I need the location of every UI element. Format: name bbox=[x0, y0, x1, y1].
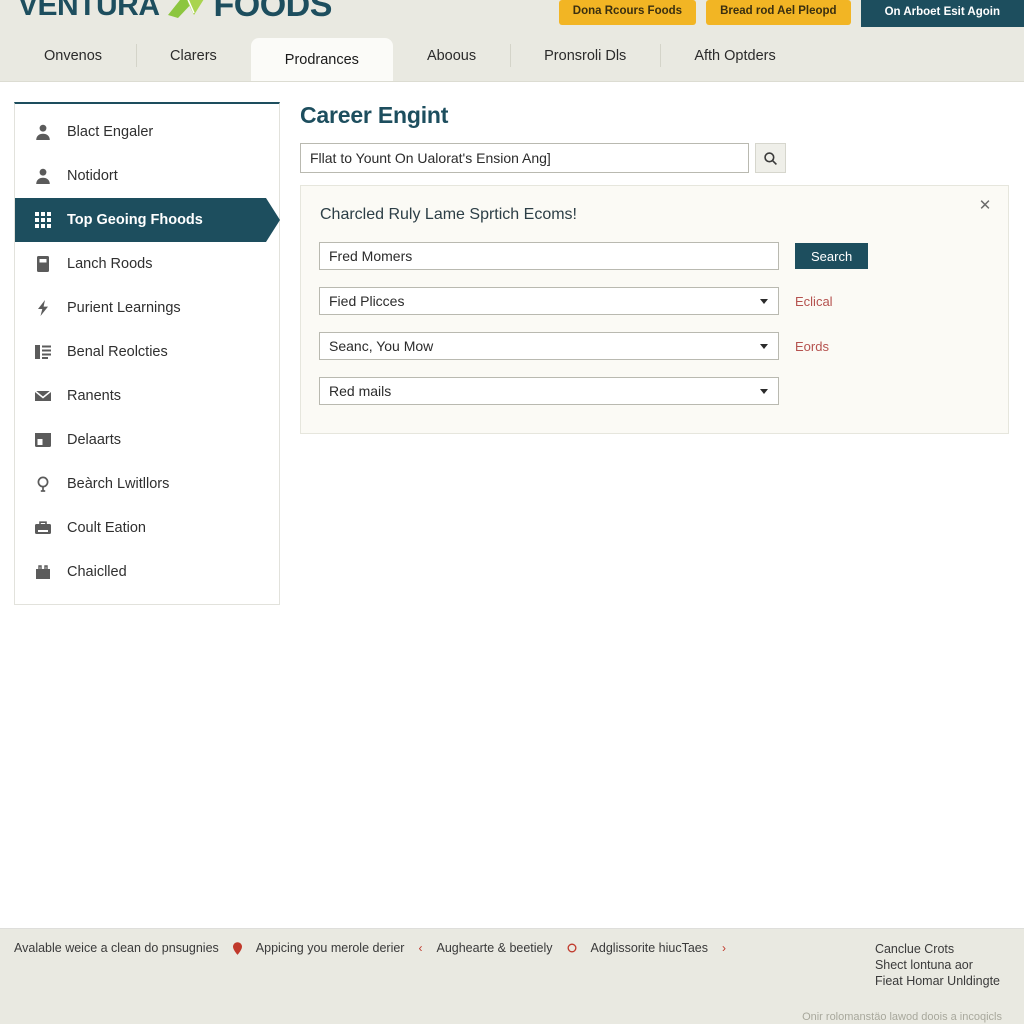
footer-link-1[interactable]: Avalable weice a clean do pnsugnies bbox=[14, 941, 219, 955]
briefcase-icon bbox=[33, 518, 53, 538]
brand-name-right: FOODS bbox=[213, 0, 333, 24]
panel-search-button[interactable]: Search bbox=[795, 243, 869, 269]
envelope-icon bbox=[33, 386, 53, 406]
sidebar-item-label: Top Geoing Fhoods bbox=[67, 212, 203, 228]
pin-icon bbox=[232, 941, 242, 955]
panel-link-eclical[interactable]: Eclical bbox=[795, 294, 833, 309]
brand-logo[interactable]: VENTURA FOODS bbox=[18, 0, 332, 25]
sidebar-item-label: Benal Reolcties bbox=[67, 344, 168, 360]
sidebar-item-coult-eation[interactable]: Coult Eation bbox=[15, 506, 279, 550]
footer-address-line-3: Fieat Homar Unldingte bbox=[874, 974, 1000, 988]
header-action-button-3[interactable]: On Arboet Esit Agoin bbox=[860, 0, 1024, 27]
panel-text-field-1[interactable]: Fred Momers bbox=[319, 242, 779, 270]
sidebar-item-label: Coult Eation bbox=[67, 520, 146, 536]
footer-address-line-2: Shect lontuna aor bbox=[874, 958, 973, 972]
nav-tab-afth-optders[interactable]: Afth Optders bbox=[660, 30, 809, 81]
list-icon bbox=[33, 342, 53, 362]
page-root: VENTURA FOODS Dona Rcours Foods Bread ro… bbox=[0, 0, 1024, 1024]
nav-tab-prodrances[interactable]: Prodrances bbox=[250, 38, 393, 81]
card-icon bbox=[33, 254, 53, 274]
circle-icon bbox=[567, 943, 577, 953]
sidebar-item-label: Purient Learnings bbox=[67, 300, 181, 316]
nav-tab-pronsroli-dls[interactable]: Pronsroli Dls bbox=[510, 30, 660, 81]
chevron-left-icon: ‹ bbox=[418, 941, 423, 955]
header-action-button-2[interactable]: Bread rod Ael Pleopd bbox=[706, 0, 851, 25]
nav-tab-aboous[interactable]: Aboous bbox=[393, 30, 510, 81]
brand-name-left: VENTURA bbox=[18, 0, 160, 22]
footer-links: Avalable weice a clean do pnsugnies Appi… bbox=[14, 941, 726, 955]
panel-select-4[interactable]: Red mails bbox=[319, 377, 779, 405]
user-icon bbox=[33, 122, 53, 142]
footer-link-3[interactable]: Aughearte & beetiely bbox=[436, 941, 552, 955]
sidebar-item-label: Lanch Roods bbox=[67, 256, 153, 272]
sidebar-item-label: Ranents bbox=[67, 388, 122, 404]
panel-title: Charcled Ruly Lame Sprtich Ecoms! bbox=[320, 206, 577, 223]
panel-select-3[interactable]: Seanc, You Mow bbox=[319, 332, 779, 360]
sidebar-item-ranents[interactable]: Ranents bbox=[15, 374, 279, 418]
sidebar-item-notidort[interactable]: Notidort bbox=[15, 154, 279, 198]
sidebar-item-purient-learnings[interactable]: Purient Learnings bbox=[15, 286, 279, 330]
sidebar-item-delaarts[interactable]: Delaarts bbox=[15, 418, 279, 462]
sidebar-item-bearch-lwitllors[interactable]: Beàrch Lwitllors bbox=[15, 462, 279, 506]
sidebar-item-label: Notidort bbox=[67, 168, 118, 184]
lightbulb-icon bbox=[33, 474, 53, 494]
panel-row-2: Fied Plicces Eclical bbox=[319, 287, 982, 315]
chevron-right-icon: › bbox=[721, 941, 726, 955]
sidebar-item-label: Blact Engaler bbox=[67, 124, 154, 140]
search-input[interactable] bbox=[300, 143, 749, 173]
panel-row-1: Fred Momers Search bbox=[319, 242, 982, 270]
content-area: Blact Engaler Notidort Top Geoing Fhoods bbox=[0, 82, 1024, 930]
sidebar-item-chaiclled[interactable]: Chaiclled bbox=[15, 550, 279, 594]
window-icon bbox=[33, 430, 53, 450]
leaf-logo-icon bbox=[164, 0, 210, 21]
sidebar-item-label: Beàrch Lwitllors bbox=[67, 476, 170, 492]
sidebar-item-blact-engaler[interactable]: Blact Engaler bbox=[15, 110, 279, 154]
page-title: Career Engint bbox=[300, 102, 449, 128]
panel-select-2[interactable]: Fied Plicces bbox=[319, 287, 779, 315]
footer-legal-text: Onir rolomanstäo lawod doois a incoqicls bbox=[802, 1011, 1002, 1023]
filter-panel: ✕ Charcled Ruly Lame Sprtich Ecoms! Fred… bbox=[300, 185, 1009, 434]
nav-tab-onvenos[interactable]: Onvenos bbox=[10, 30, 136, 81]
panel-link-eords[interactable]: Eords bbox=[795, 339, 829, 354]
sidebar-item-label: Delaarts bbox=[67, 432, 121, 448]
sidebar-item-label: Chaiclled bbox=[67, 564, 127, 580]
close-icon[interactable]: ✕ bbox=[976, 196, 994, 214]
panel-row-3: Seanc, You Mow Eords bbox=[319, 332, 982, 360]
header-actions: Dona Rcours Foods Bread rod Ael Pleopd O… bbox=[558, 0, 1024, 27]
footer-address-line-1: Canclue Crots bbox=[874, 942, 955, 956]
sidebar-item-benal-reolcties[interactable]: Benal Reolcties bbox=[15, 330, 279, 374]
panel-row-4: Red mails bbox=[319, 377, 982, 405]
site-header: VENTURA FOODS Dona Rcours Foods Bread ro… bbox=[0, 0, 1024, 30]
sidebar-item-lanch-roods[interactable]: Lanch Roods bbox=[15, 242, 279, 286]
main-column: Career Engint ✕ Charcled Ruly Lame Sprti… bbox=[280, 102, 1010, 434]
header-action-button-1[interactable]: Dona Rcours Foods bbox=[558, 0, 697, 25]
main-navigation: Onvenos Clarers Prodrances Aboous Pronsr… bbox=[0, 30, 1024, 82]
nav-tab-clarers[interactable]: Clarers bbox=[136, 30, 251, 81]
bolt-icon bbox=[33, 298, 53, 318]
user-icon bbox=[33, 166, 53, 186]
search-icon[interactable] bbox=[755, 143, 786, 173]
site-footer: Avalable weice a clean do pnsugnies Appi… bbox=[0, 928, 1024, 1024]
footer-link-2[interactable]: Appicing you merole derier bbox=[256, 941, 405, 955]
footer-link-4[interactable]: Adglissorite hiucTaes bbox=[591, 941, 708, 955]
sidebar: Blact Engaler Notidort Top Geoing Fhoods bbox=[14, 102, 280, 605]
bag-icon bbox=[33, 562, 53, 582]
sidebar-item-top-geoing-fhoods[interactable]: Top Geoing Fhoods bbox=[15, 198, 280, 242]
search-row bbox=[300, 143, 996, 173]
footer-address: Canclue Crots Shect lontuna aor Fieat Ho… bbox=[875, 941, 1000, 989]
grid-icon bbox=[33, 210, 53, 230]
